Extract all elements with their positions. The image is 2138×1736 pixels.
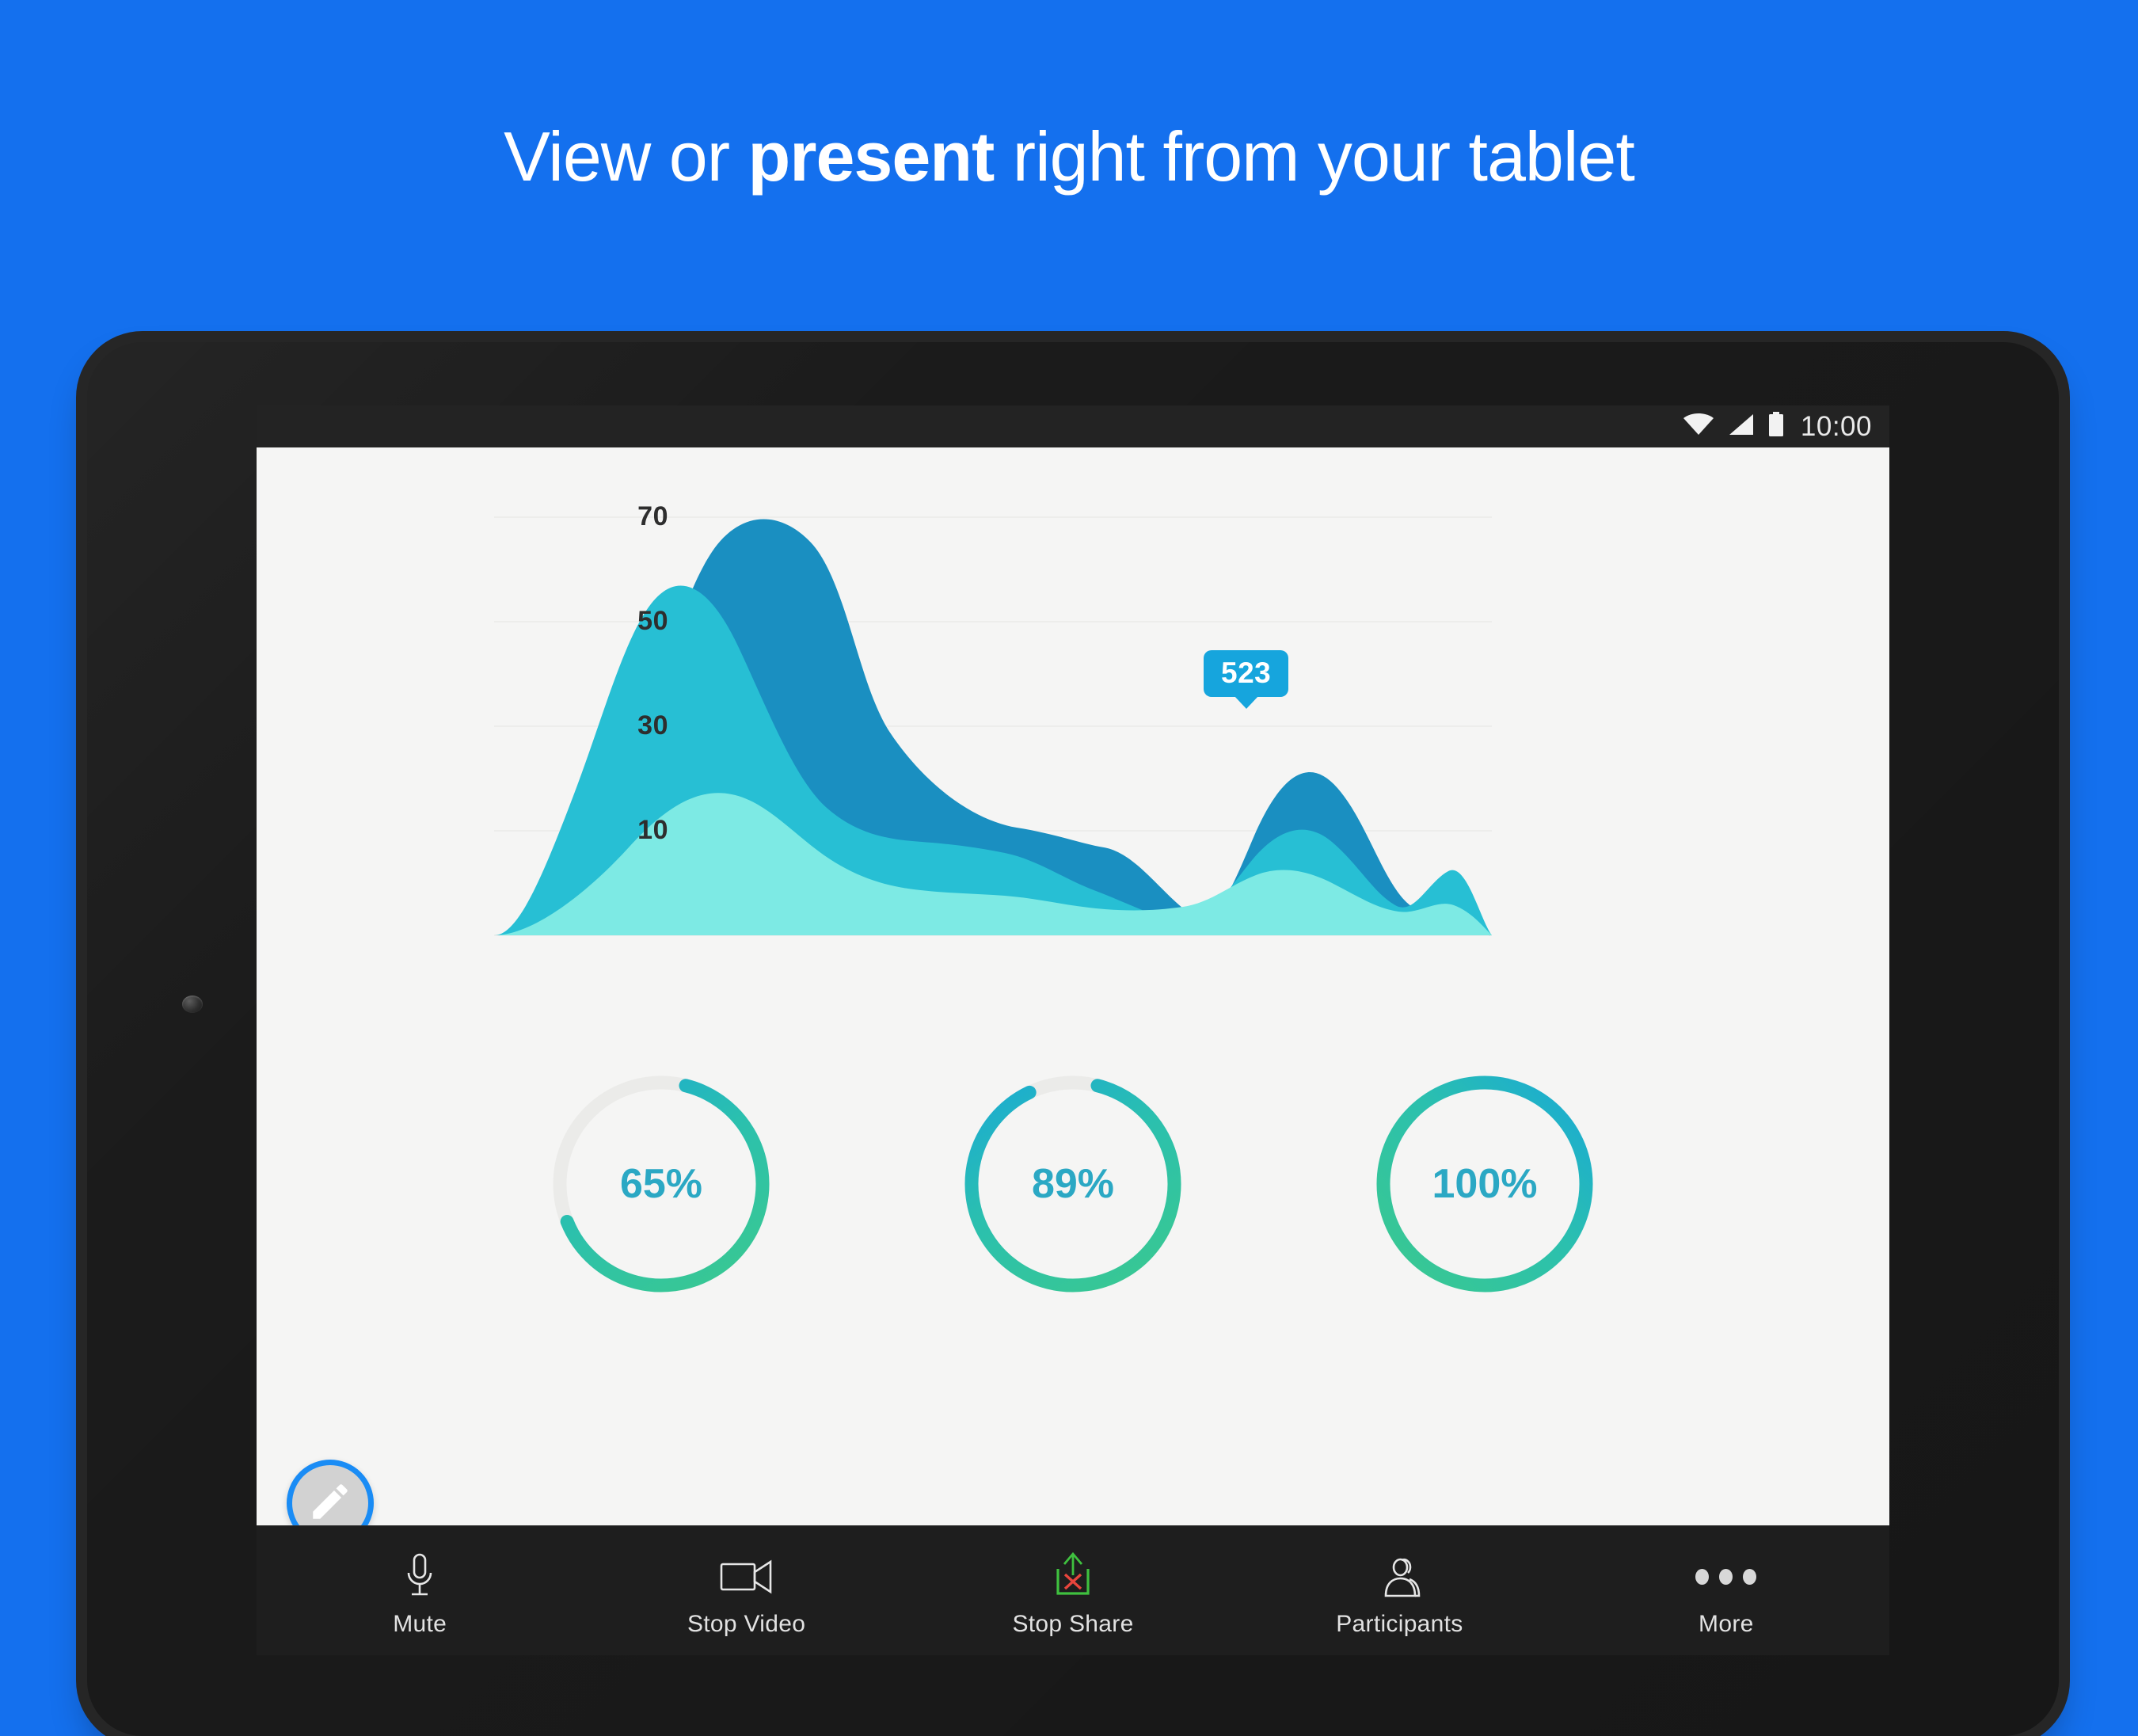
status-bar-clock: 10:00 (1800, 411, 1872, 442)
microphone-icon (401, 1552, 438, 1601)
front-camera-icon (182, 996, 203, 1013)
video-camera-icon (719, 1552, 774, 1601)
stop-share-icon (1050, 1551, 1096, 1601)
y-tick-label: 50 (637, 606, 668, 636)
toolbar-label: Mute (393, 1610, 447, 1637)
participants-icon (1375, 1552, 1424, 1601)
tablet-screen: 10:00 70 50 30 10 523 65% 89% 100% Mute … (257, 405, 1889, 1655)
headline-emphasis: present (748, 117, 995, 196)
gauge-value-label: 65% (619, 1161, 703, 1207)
gauge-89[interactable]: 89% (954, 1065, 1192, 1303)
toolbar-label: Participants (1336, 1610, 1463, 1637)
headline-after: right from your tablet (994, 117, 1635, 196)
toolbar-label: Stop Video (687, 1610, 806, 1637)
toolbar-button-mute[interactable]: Mute (257, 1526, 583, 1655)
pencil-icon (307, 1479, 353, 1529)
toolbar-button-stop-video[interactable]: Stop Video (583, 1526, 909, 1655)
headline-before: View or (504, 117, 748, 196)
toolbar-label: Stop Share (1012, 1610, 1134, 1637)
gauge-65[interactable]: 65% (542, 1065, 780, 1303)
android-status-bar: 10:00 (257, 405, 1889, 447)
toolbar-label: More (1699, 1610, 1754, 1637)
gauge-row: 65% 89% 100% (257, 1018, 1889, 1350)
shared-screen-content: 70 50 30 10 523 65% 89% 100% (257, 447, 1889, 1568)
page-title: View or present right from your tablet (0, 117, 2138, 196)
wifi-icon (1682, 413, 1715, 440)
gauge-100[interactable]: 100% (1366, 1065, 1604, 1303)
promo-screenshot: View or present right from your tablet 1… (0, 0, 2138, 1736)
gauge-value-label: 89% (1031, 1161, 1115, 1207)
tablet-device: 10:00 70 50 30 10 523 65% 89% 100% Mute … (87, 342, 2059, 1736)
chart-y-axis: 70 50 30 10 (257, 447, 1889, 1002)
toolbar-button-more[interactable]: More (1563, 1526, 1889, 1655)
battery-icon (1767, 412, 1785, 441)
y-tick-label: 30 (637, 710, 668, 740)
toolbar-button-stop-share[interactable]: Stop Share (910, 1526, 1236, 1655)
y-tick-label: 10 (637, 815, 668, 845)
toolbar-button-participants[interactable]: Participants (1236, 1526, 1562, 1655)
cellular-signal-icon (1728, 413, 1755, 440)
chart-data-tooltip[interactable]: 523 (1204, 650, 1289, 697)
meeting-toolbar: Mute Stop Video Stop Share Participants … (257, 1525, 1889, 1655)
gauge-value-label: 100% (1432, 1161, 1538, 1207)
more-dots-icon (1695, 1552, 1757, 1601)
y-tick-label: 70 (637, 501, 668, 531)
